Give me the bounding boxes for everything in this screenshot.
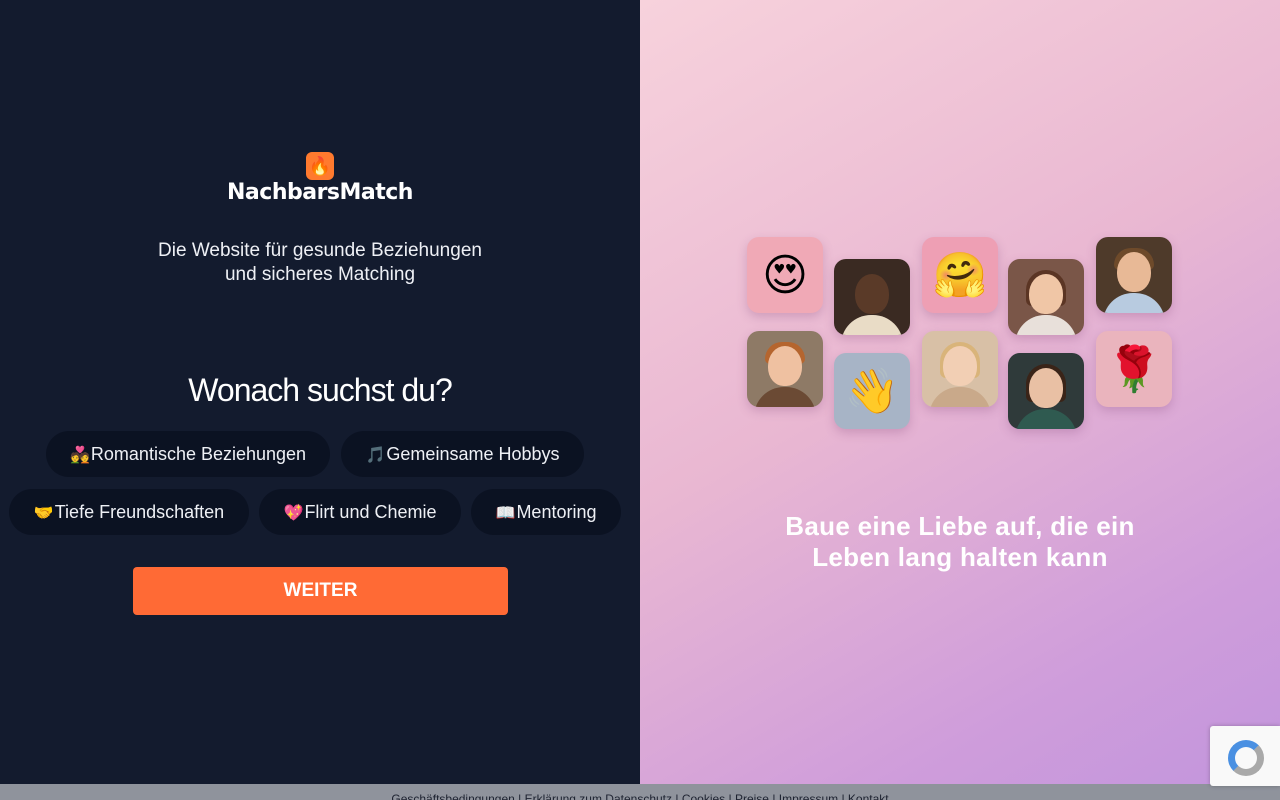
- footer-link-imprint[interactable]: Impressum: [779, 792, 838, 800]
- footer-link-prices[interactable]: Preise: [735, 792, 769, 800]
- profile-photo-woman-2: [922, 331, 998, 407]
- question-heading: Wonach suchst du?: [188, 372, 452, 408]
- profile-photo-man-1: [834, 259, 910, 335]
- avatar: [1008, 259, 1084, 335]
- avatar: [1096, 237, 1172, 313]
- handshake-icon: 🤝: [33, 505, 54, 522]
- footer-link-cookies[interactable]: Cookies: [682, 792, 725, 800]
- option-flirt-chemistry[interactable]: 💖Flirt und Chemie: [259, 489, 461, 535]
- option-label: Gemeinsame Hobbys: [386, 444, 560, 464]
- option-deep-friendships[interactable]: 🤝Tiefe Freundschaften: [9, 489, 249, 535]
- option-label: Flirt und Chemie: [304, 502, 437, 522]
- tagline: Die Website für gesunde Beziehungen und …: [0, 239, 640, 287]
- footer: Geschäftsbedingungen | Erklärung zum Dat…: [0, 784, 1280, 800]
- footer-separator: |: [725, 792, 735, 800]
- option-label: Mentoring: [516, 502, 597, 522]
- footer-separator: |: [514, 792, 525, 800]
- brand-name: NachbarsMatch: [227, 180, 413, 205]
- footer-separator: |: [672, 792, 682, 800]
- brand-logo[interactable]: 🔥 NachbarsMatch: [0, 152, 640, 205]
- profile-photo-woman-1: [1008, 259, 1084, 335]
- waving-hand-emoji-tile: 👋: [834, 353, 910, 429]
- footer-link-contact[interactable]: Kontakt: [848, 792, 889, 800]
- footer-link-privacy[interactable]: Erklärung zum Datenschutz: [525, 792, 672, 800]
- option-shared-hobbies[interactable]: 🎵Gemeinsame Hobbys: [341, 431, 584, 477]
- footer-separator: |: [768, 792, 779, 800]
- avatar: [747, 331, 823, 407]
- option-label: Tiefe Freundschaften: [54, 502, 225, 522]
- rose-emoji-tile: 🌹: [1096, 331, 1172, 407]
- heart-eyes-icon: 😍: [762, 250, 808, 300]
- profile-photo-man-2: [1096, 237, 1172, 313]
- avatar: [922, 331, 998, 407]
- waving-hand-icon: 👋: [844, 367, 900, 416]
- hug-icon: 🤗: [932, 251, 988, 300]
- heart-eyes-emoji-tile: 😍: [747, 237, 823, 313]
- right-panel: 😍 🤗 👋 🌹: [640, 0, 1280, 784]
- rose-icon: 🌹: [1106, 345, 1162, 394]
- tagline-line-1: Die Website für gesunde Beziehungen: [158, 240, 482, 261]
- left-panel: 🔥 NachbarsMatch Die Website für gesunde …: [0, 0, 640, 784]
- flame-icon: 🔥: [306, 152, 334, 180]
- tagline-line-2: und sicheres Matching: [224, 264, 416, 285]
- slogan: Baue eine Liebe auf, die ein Leben lang …: [640, 511, 1280, 573]
- option-label: Romantische Beziehungen: [90, 444, 307, 464]
- avatar: [834, 259, 910, 335]
- footer-link-terms[interactable]: Geschäftsbedingungen: [391, 792, 514, 800]
- recaptcha-icon: [1228, 740, 1264, 776]
- hug-emoji-tile: 🤗: [922, 237, 998, 313]
- open-book-icon: 📖: [495, 505, 516, 522]
- profile-photo-man-3: [747, 331, 823, 407]
- option-mentoring[interactable]: 📖Mentoring: [471, 489, 621, 535]
- music-note-icon: 🎵: [365, 447, 386, 464]
- recaptcha-badge[interactable]: [1210, 726, 1280, 786]
- slogan-line-1: Baue eine Liebe auf, die ein: [785, 511, 1135, 541]
- footer-separator: |: [838, 792, 848, 800]
- continue-button[interactable]: WEITER: [133, 567, 508, 615]
- couple-heart-icon: 💑: [70, 447, 90, 464]
- profile-photo-woman-3: [1008, 353, 1084, 429]
- avatar: [1008, 353, 1084, 429]
- option-romantic-relationships[interactable]: 💑Romantische Beziehungen: [46, 431, 330, 477]
- sparkling-heart-icon: 💖: [283, 505, 304, 522]
- slogan-line-2: Leben lang halten kann: [812, 542, 1108, 572]
